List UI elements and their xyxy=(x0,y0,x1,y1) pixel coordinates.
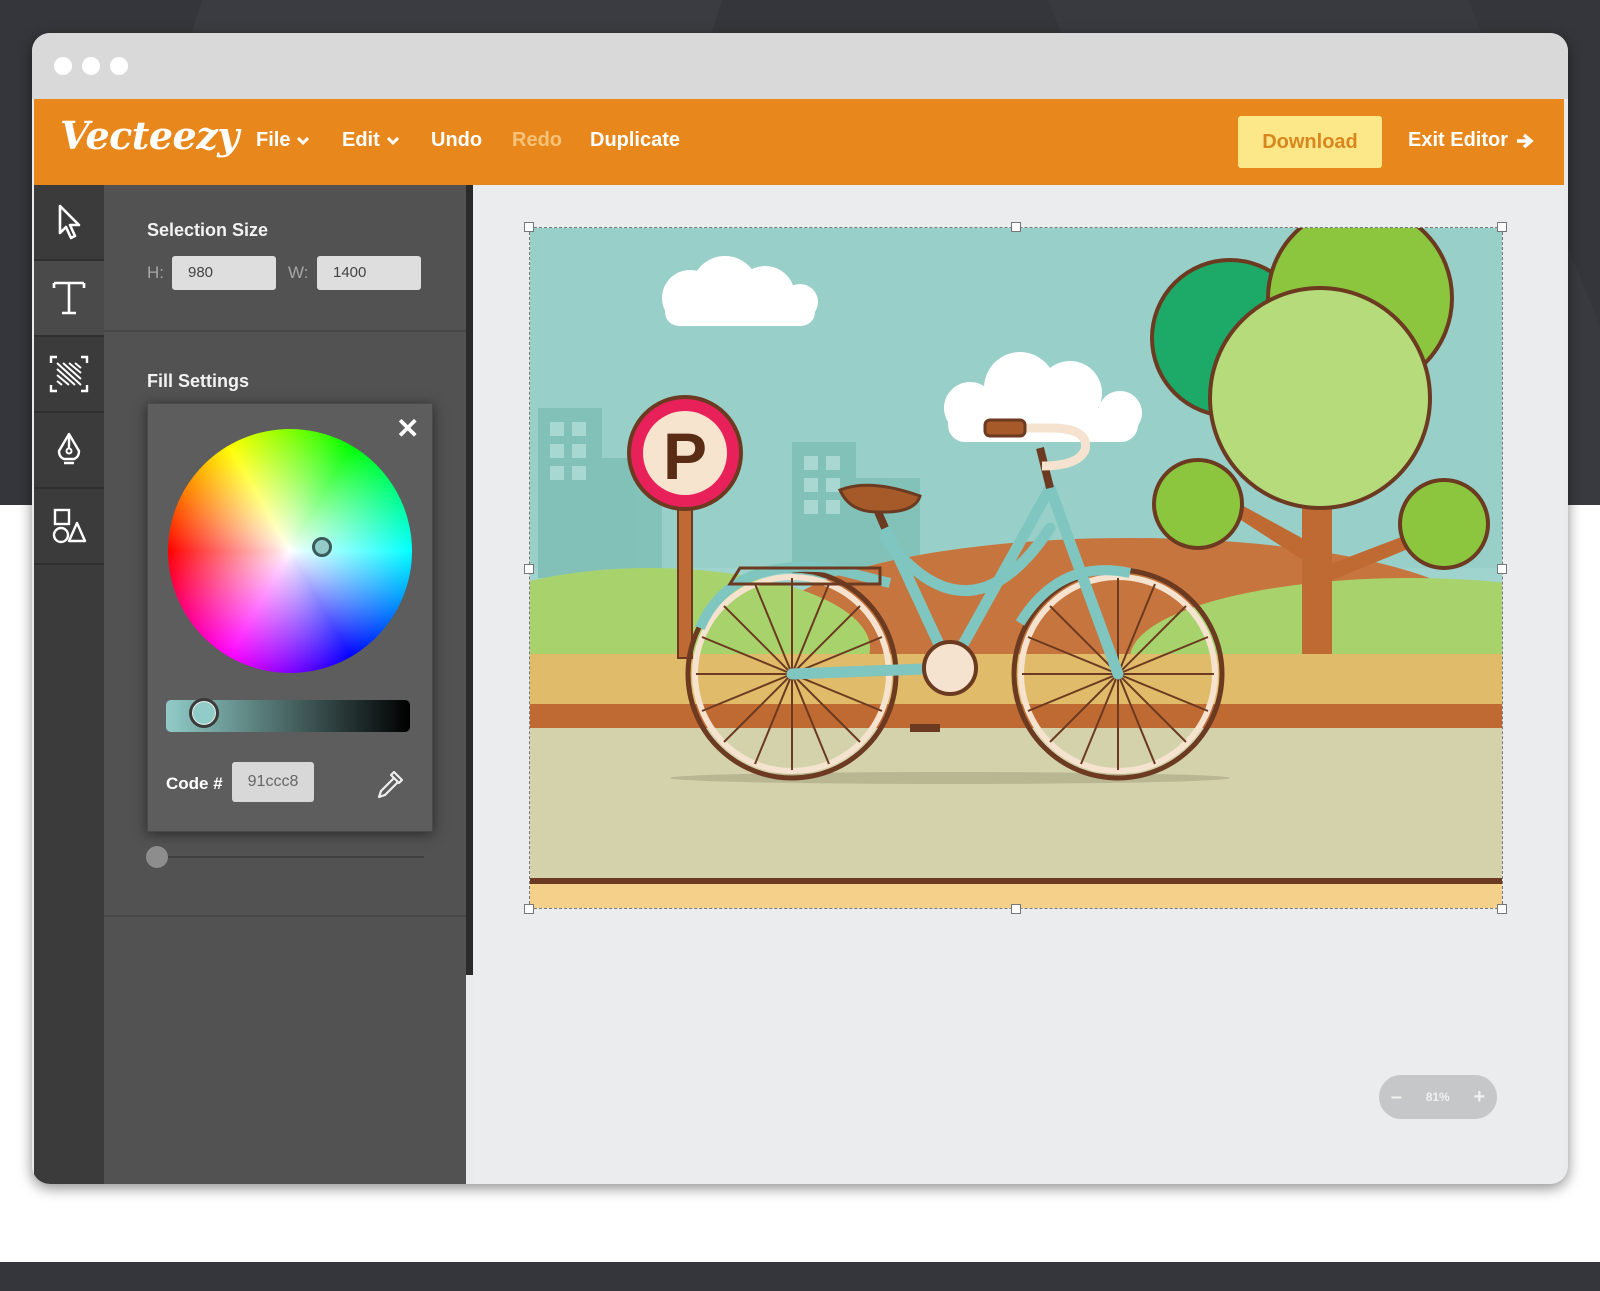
svg-text:P: P xyxy=(663,419,707,493)
panel-divider xyxy=(104,330,466,332)
resize-handle[interactable] xyxy=(1497,564,1507,574)
pattern-tool[interactable] xyxy=(34,337,104,411)
pen-tool[interactable] xyxy=(34,413,104,487)
color-wheel-handle[interactable] xyxy=(312,537,332,557)
pattern-tool-icon xyxy=(49,355,89,393)
color-code-label: Code # xyxy=(166,774,223,793)
edit-menu[interactable]: Edit xyxy=(342,129,400,152)
resize-handle[interactable] xyxy=(1011,904,1021,914)
height-label: H: xyxy=(147,263,164,282)
window-close-dot[interactable] xyxy=(54,57,72,75)
exit-editor-button[interactable]: Exit Editor xyxy=(1408,129,1534,152)
eyedropper-icon[interactable] xyxy=(374,768,406,802)
select-tool-icon xyxy=(58,204,81,240)
chevron-down-icon xyxy=(386,136,399,145)
arrow-right-icon xyxy=(1517,133,1534,148)
color-code-input[interactable]: 91ccc8 xyxy=(232,762,314,802)
edit-menu-label: Edit xyxy=(342,129,380,151)
file-menu-label: File xyxy=(256,129,291,151)
text-tool-icon xyxy=(52,281,86,315)
file-menu[interactable]: File xyxy=(256,129,310,152)
duplicate-button[interactable]: Duplicate xyxy=(590,129,680,152)
select-tool[interactable] xyxy=(34,185,104,259)
selection-size-title: Selection Size xyxy=(147,220,269,240)
window-minimize-dot[interactable] xyxy=(82,57,100,75)
canvas-area[interactable]: P – 81% + xyxy=(473,185,1564,1184)
zoom-control: – 81% + xyxy=(1379,1075,1497,1119)
resize-handle[interactable] xyxy=(524,904,534,914)
tool-sidebar xyxy=(34,185,104,1184)
top-menu-bar: Vecteezy File Edit Undo Redo Duplicate D… xyxy=(34,99,1564,185)
panel-scroll-edge xyxy=(466,185,473,975)
tool-divider xyxy=(34,563,104,565)
resize-handle[interactable] xyxy=(1497,904,1507,914)
text-tool[interactable] xyxy=(34,261,104,335)
page-background-bottom xyxy=(0,1262,1600,1291)
zoom-level: 81% xyxy=(1425,1090,1450,1104)
vecteezy-logo[interactable]: Vecteezy xyxy=(60,113,239,158)
resize-handle[interactable] xyxy=(1497,222,1507,232)
window-maximize-dot[interactable] xyxy=(110,57,128,75)
artboard-selection[interactable]: P xyxy=(524,222,1507,914)
pen-tool-icon xyxy=(57,432,81,465)
color-picker-popup: ✕ Code # 91ccc8 xyxy=(147,403,433,832)
chevron-down-icon xyxy=(297,136,310,145)
width-label: W: xyxy=(288,263,309,282)
bicycle-illustration[interactable]: P xyxy=(530,228,1502,908)
close-icon[interactable]: ✕ xyxy=(396,412,419,445)
opacity-slider-handle[interactable] xyxy=(146,846,168,868)
undo-button[interactable]: Undo xyxy=(431,129,482,152)
exit-editor-label: Exit Editor xyxy=(1408,129,1509,151)
redo-button[interactable]: Redo xyxy=(512,129,562,152)
resize-handle[interactable] xyxy=(524,564,534,574)
shapes-tool[interactable] xyxy=(34,489,104,563)
width-input[interactable]: 1400 xyxy=(317,256,421,290)
panel-divider xyxy=(104,915,466,917)
editor-window: Vecteezy File Edit Undo Redo Duplicate D… xyxy=(32,33,1568,1184)
resize-handle[interactable] xyxy=(1011,222,1021,232)
download-button[interactable]: Download xyxy=(1238,116,1382,168)
shapes-tool-icon xyxy=(52,508,87,544)
color-wheel[interactable] xyxy=(168,429,412,673)
brightness-slider-handle[interactable] xyxy=(189,698,219,728)
zoom-out-button[interactable]: – xyxy=(1391,1086,1402,1109)
window-titlebar xyxy=(32,33,1568,99)
height-input[interactable]: 980 xyxy=(172,256,276,290)
resize-handle[interactable] xyxy=(524,222,534,232)
opacity-slider[interactable] xyxy=(152,856,424,858)
fill-settings-title: Fill Settings xyxy=(147,371,250,391)
zoom-in-button[interactable]: + xyxy=(1473,1086,1485,1109)
